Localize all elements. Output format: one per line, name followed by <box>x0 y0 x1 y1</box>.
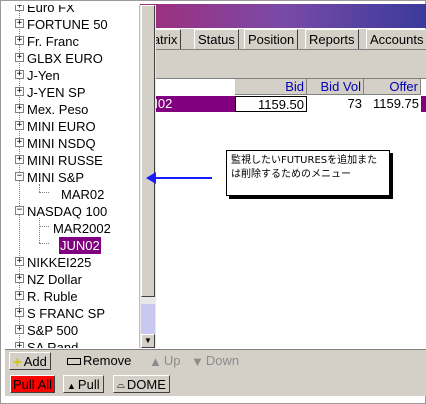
tree-item-label: GLBX EURO <box>27 51 103 66</box>
dome-icon: ⌓ <box>117 379 125 391</box>
tree-branch-line <box>39 218 40 243</box>
tab-bar: Matrix Status Position Reports Accounts <box>138 29 426 50</box>
tree-branch-line <box>39 226 49 227</box>
cell-bid-vol: 73 <box>307 96 364 112</box>
expand-icon[interactable]: + <box>15 53 24 62</box>
arrow-down-icon: ▼ <box>191 353 204 369</box>
tree-item-label: S FRANC SP <box>27 306 106 321</box>
tree-leaf-label: MAR2002 <box>53 221 111 236</box>
expand-icon[interactable]: + <box>15 87 24 96</box>
background-window-titlebar <box>140 4 426 28</box>
expand-icon[interactable]: + <box>15 308 24 317</box>
pull-button-label: Pull <box>77 377 100 392</box>
pull-all-button[interactable]: Pull All <box>10 375 56 393</box>
cell-offer: 1159.75 <box>364 96 421 112</box>
plus-icon: + <box>13 353 22 371</box>
expand-icon[interactable]: + <box>15 19 24 28</box>
expand-icon[interactable]: + <box>15 291 24 300</box>
collapse-icon[interactable]: − <box>15 206 24 215</box>
cell-bid: 1159.50 <box>235 96 307 112</box>
tree-item-label: NIKKEI225 <box>27 255 92 270</box>
expand-icon[interactable]: + <box>15 325 24 334</box>
scroll-down-icon[interactable]: ▼ <box>141 334 155 348</box>
tree-item-label: Fr. Franc <box>27 34 80 49</box>
expand-icon[interactable]: + <box>15 257 24 266</box>
move-up-button[interactable]: ▲ Up <box>149 352 181 370</box>
callout-arrow-icon <box>146 172 156 184</box>
dome-button-label: DOME <box>126 377 166 392</box>
tab-position[interactable]: Position <box>244 29 299 49</box>
tree-branch-line <box>39 192 49 193</box>
tree-item-label: Euro FX <box>27 5 75 15</box>
expand-icon[interactable]: + <box>15 121 24 130</box>
order-toolbar: Pull All ▲ Pull ⌓ DOME <box>5 372 426 396</box>
move-down-button-label: Down <box>205 353 240 368</box>
tree-item-label: R. Ruble <box>27 289 78 304</box>
add-button-label: Add <box>23 354 47 369</box>
tree-branch-line <box>39 243 49 244</box>
tab-accounts[interactable]: Accounts <box>366 29 426 49</box>
tab-reports[interactable]: Reports <box>305 29 359 49</box>
expand-icon[interactable]: + <box>15 274 24 283</box>
expand-icon[interactable]: + <box>15 138 24 147</box>
move-up-button-label: Up <box>163 353 181 368</box>
column-header-bid-vol[interactable]: Bid Vol <box>307 79 364 95</box>
dome-button[interactable]: ⌓ DOME <box>113 375 170 393</box>
tree-item-label: FORTUNE 50 <box>27 17 108 32</box>
expand-icon[interactable]: + <box>15 155 24 164</box>
matrix-toolbar <box>140 50 426 79</box>
tree-item-label: MINI RUSSE <box>27 153 103 168</box>
tree-item-label: NZ Dollar <box>27 272 82 287</box>
expand-icon[interactable]: + <box>15 5 24 11</box>
collapse-icon[interactable]: − <box>15 172 24 181</box>
tab-status[interactable]: Status <box>194 29 239 49</box>
tree-leaf-label-selected: JUN02 <box>59 237 101 254</box>
callout-arrow-line <box>154 177 212 179</box>
tree-item-label: MINI EURO <box>27 119 96 134</box>
arrow-up-icon: ▲ <box>149 353 162 369</box>
expand-icon[interactable]: + <box>15 36 24 45</box>
remove-button-label: Remove <box>83 353 132 368</box>
expand-icon[interactable]: + <box>15 104 24 113</box>
add-button[interactable]: + Add <box>9 352 51 370</box>
scrollbar-thumb[interactable] <box>141 5 155 297</box>
move-down-button[interactable]: ▼ Down <box>191 352 239 370</box>
futures-tree[interactable]: + Euro FX + FORTUNE 50 + Fr. Franc + GLB… <box>5 5 140 348</box>
triangle-up-icon: ▲ <box>67 380 76 391</box>
column-header-bid[interactable]: Bid <box>235 79 307 95</box>
quote-grid: Bid Bid Vol Offer JN02 1159.50 73 1159.7… <box>140 79 426 349</box>
tree-item-label: J-YEN SP <box>27 85 86 100</box>
tree-item-label: MINI S&P <box>27 170 85 185</box>
minus-icon <box>67 358 81 366</box>
pull-button[interactable]: ▲ Pull <box>63 375 104 393</box>
tree-item-label: Mex. Peso <box>27 102 89 117</box>
scrollbar-track[interactable] <box>141 304 155 334</box>
tree-leaf-label: MAR02 <box>61 187 105 202</box>
remove-button[interactable]: Remove <box>67 352 131 370</box>
tree-toolbar: + Add Remove ▲ Up ▼ Down <box>5 349 426 372</box>
tree-item-label: SA Rand <box>27 340 79 348</box>
expand-icon[interactable]: + <box>15 70 24 79</box>
expand-icon[interactable]: + <box>15 342 24 348</box>
column-header-offer[interactable]: Offer <box>364 79 421 95</box>
tree-branch-line <box>39 184 40 192</box>
annotation-callout: 監視したいFUTURESを追加または削除するためのメニュー <box>226 150 390 196</box>
tree-item-label: S&P 500 <box>27 323 79 338</box>
tree-item-label: J-Yen <box>27 68 60 83</box>
tree-item-label: MINI NSDQ <box>27 136 96 151</box>
